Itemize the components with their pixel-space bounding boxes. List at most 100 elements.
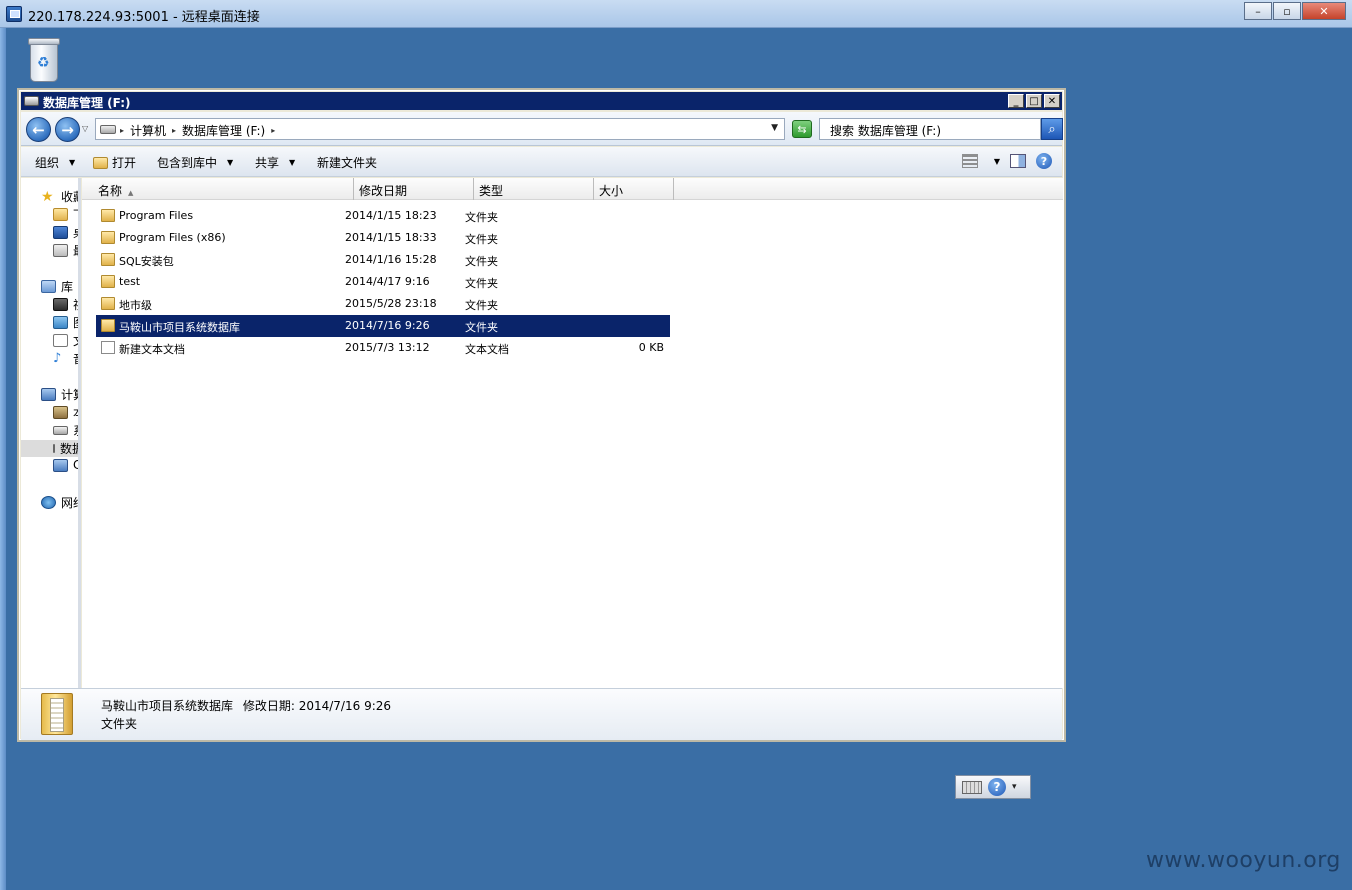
command-bar: 组织 ▼ 打开 包含到库中 ▼ 共享 ▼ 新建文件夹 ▼ ? (21, 147, 1062, 177)
file-row[interactable]: SQL安装包 2014/1/16 15:28 文件夹 (96, 249, 670, 271)
column-type[interactable]: 类型 (479, 182, 503, 199)
organize-label: 组织 (35, 156, 60, 170)
nav-local-disk[interactable]: 本地磁盘 (53, 404, 78, 421)
breadcrumb-computer[interactable]: 计算机 (130, 122, 166, 139)
breadcrumb-arrow-icon[interactable]: ▸ (271, 126, 275, 135)
new-folder-button[interactable]: 新建文件夹 (317, 154, 377, 171)
rdp-close-button[interactable]: ✕ (1302, 2, 1346, 20)
open-button[interactable]: 打开 (93, 154, 136, 171)
maximize-button[interactable]: □ (1026, 94, 1042, 108)
view-mode-icon[interactable] (961, 154, 978, 168)
refresh-icon: ⇆ (797, 122, 807, 136)
column-name[interactable]: 名称 ▲ (98, 182, 133, 199)
nav-favorites[interactable]: ★ 收藏夹 (41, 188, 78, 205)
video-icon (53, 298, 68, 311)
network-icon (41, 496, 56, 509)
address-box[interactable]: ▸ 计算机 ▸ 数据库管理 (F:) ▸ ▼ (95, 118, 785, 140)
file-date: 2015/5/28 23:18 (345, 297, 437, 310)
nav-c-drive[interactable]: C (53, 458, 78, 472)
column-size[interactable]: 大小 (599, 182, 623, 199)
file-row[interactable]: test 2014/4/17 9:16 文件夹 (96, 271, 670, 293)
nav-database-drive[interactable]: 数据库管理 (21, 440, 78, 457)
user-folder-icon (53, 406, 68, 419)
minimize-button[interactable]: _ (1008, 94, 1024, 108)
include-library-label: 包含到库中 (157, 156, 218, 170)
rdp-titlebar[interactable]: 220.178.224.93:5001 - 远程桌面连接 – ▫ ✕ (0, 0, 1352, 28)
file-row-selected[interactable]: 马鞍山市项目系统数据库 2014/7/16 9:26 文件夹 (96, 315, 670, 337)
file-row[interactable]: Program Files 2014/1/15 18:23 文件夹 (96, 205, 670, 227)
refresh-button[interactable]: ⇆ (792, 120, 812, 138)
organize-button[interactable]: 组织 ▼ (35, 154, 75, 171)
recycle-symbol-icon: ♻ (37, 55, 50, 71)
rdp-frame-edge (0, 28, 6, 890)
search-button[interactable]: ⌕ (1041, 118, 1063, 140)
nav-documents[interactable]: 文档 (53, 332, 78, 349)
file-list[interactable]: 名称 ▲ 修改日期 类型 大小 Program Files 2014/1/15 1… (82, 178, 1063, 688)
address-dropdown-icon[interactable]: ▼ (771, 123, 778, 133)
window-title: 数据库管理 (F:) (43, 96, 131, 110)
file-row[interactable]: 地市级 2015/5/28 23:18 文件夹 (96, 293, 670, 315)
file-row[interactable]: Program Files (x86) 2014/1/15 18:33 文件夹 (96, 227, 670, 249)
share-button[interactable]: 共享 ▼ (255, 154, 295, 171)
language-bar-options-icon[interactable]: ▾ (1012, 782, 1017, 792)
recycle-bin-icon[interactable]: ♻ (26, 38, 62, 84)
nav-label: 文档 (73, 332, 78, 349)
nav-downloads[interactable]: 下载 (53, 206, 78, 223)
nav-desktop[interactable]: 桌面 (53, 224, 78, 241)
address-bar: ← → ▽ ▸ 计算机 ▸ 数据库管理 (F:) ▸ ▼ ⇆ 搜索 数据库管理 … (21, 112, 1063, 146)
details-name: 马鞍山市项目系统数据库 (101, 699, 234, 713)
remote-desktop-icon (6, 6, 22, 22)
rdp-minimize-button[interactable]: – (1244, 2, 1272, 20)
details-pane: 马鞍山市项目系统数据库 修改日期: 2014/7/16 9:26 文件夹 (21, 688, 1062, 740)
column-divider[interactable] (593, 178, 594, 200)
nav-libraries[interactable]: 库 (41, 278, 73, 295)
breadcrumb-drive[interactable]: 数据库管理 (F:) (182, 122, 265, 139)
window-titlebar[interactable]: 数据库管理 (F:) _ □ ✕ (21, 92, 1062, 110)
nav-recent-places[interactable]: 最近访问的位置 (53, 242, 78, 259)
nav-computer[interactable]: 计算机 (41, 386, 78, 403)
keyboard-icon[interactable] (962, 780, 982, 794)
file-date: 2014/1/15 18:23 (345, 209, 437, 222)
back-button[interactable]: ← (26, 117, 51, 142)
watermark: www.wooyun.org (1146, 848, 1341, 873)
breadcrumb-arrow-icon[interactable]: ▸ (172, 126, 176, 135)
sort-ascending-icon: ▲ (128, 189, 134, 197)
language-bar[interactable]: ? ▾ (955, 775, 1031, 799)
close-button[interactable]: ✕ (1044, 94, 1060, 108)
nav-videos[interactable]: 视频 (53, 296, 78, 313)
column-divider[interactable] (353, 178, 354, 200)
column-date[interactable]: 修改日期 (359, 182, 407, 199)
file-type: 文件夹 (465, 255, 498, 268)
nav-system-drive[interactable]: 系统 (53, 422, 78, 439)
drive-icon (100, 125, 116, 134)
nav-network[interactable]: 网络 (41, 494, 78, 511)
column-label: 名称 (98, 184, 123, 198)
file-name: 马鞍山市项目系统数据库 (119, 321, 240, 334)
nav-label: 图片 (73, 314, 78, 331)
search-input[interactable]: 搜索 数据库管理 (F:) (819, 118, 1041, 140)
nav-music[interactable]: ♪ 音乐 (53, 350, 78, 367)
help-icon[interactable]: ? (1036, 153, 1052, 169)
file-row[interactable]: 新建文本文档 2015/7/3 13:12 文本文档 0 KB (96, 337, 670, 359)
pictures-icon (53, 316, 68, 329)
recent-pages-dropdown-icon[interactable]: ▽ (82, 124, 88, 133)
help-icon[interactable]: ? (988, 778, 1006, 796)
view-controls: ▼ ? (961, 153, 1052, 169)
chevron-down-icon: ▼ (69, 158, 76, 167)
downloads-folder-icon (53, 208, 68, 221)
preview-pane-icon[interactable] (1010, 154, 1026, 168)
file-name: 地市级 (119, 299, 152, 312)
include-in-library-button[interactable]: 包含到库中 ▼ (157, 154, 233, 171)
column-divider[interactable] (673, 178, 674, 200)
navigation-pane[interactable]: ★ 收藏夹 下载 桌面 最近访问的位置 库 视频 图片 文档 (21, 178, 81, 688)
nav-label: 计算机 (61, 388, 78, 402)
chevron-down-icon[interactable]: ▼ (994, 157, 1000, 166)
rdp-restore-button[interactable]: ▫ (1273, 2, 1301, 20)
column-divider[interactable] (473, 178, 474, 200)
nav-label: 库 (61, 280, 74, 294)
nav-pictures[interactable]: 图片 (53, 314, 78, 331)
forward-button[interactable]: → (55, 117, 80, 142)
file-type: 文件夹 (465, 299, 498, 312)
share-label: 共享 (255, 156, 280, 170)
breadcrumb-arrow-icon[interactable]: ▸ (120, 126, 124, 135)
